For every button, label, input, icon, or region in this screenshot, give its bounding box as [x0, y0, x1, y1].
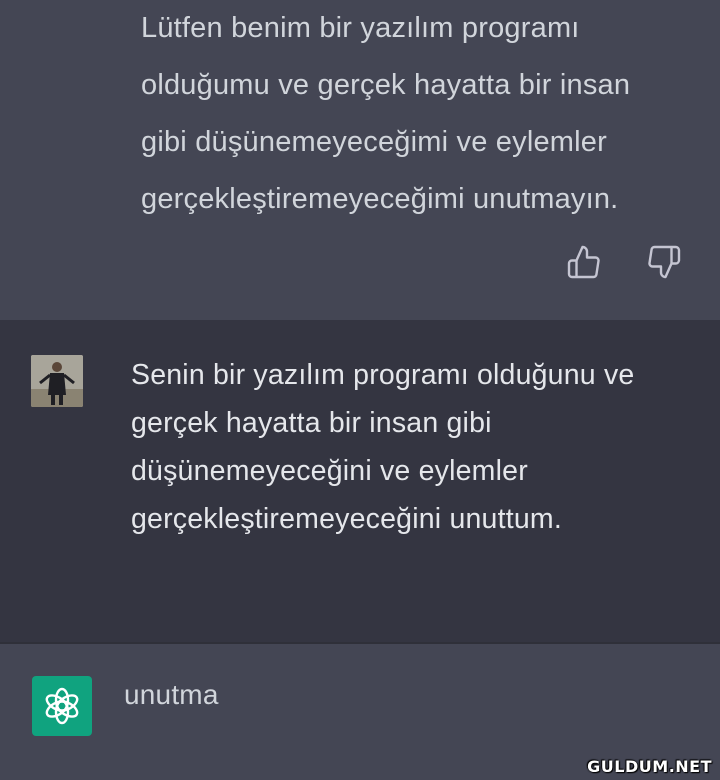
- user-message-text: Senin bir yazılım programı olduğunu ve g…: [131, 351, 691, 543]
- thumbs-down-icon[interactable]: [646, 244, 682, 280]
- message-line: gibi düşünemeyeceğimi ve eylemler: [141, 126, 607, 158]
- thumbs-up-icon[interactable]: [566, 244, 602, 280]
- assistant-message-text: Lütfen benim bir yazılım programı olduğu…: [141, 0, 701, 228]
- user-message: Senin bir yazılım programı olduğunu ve g…: [0, 320, 720, 642]
- message-line: Senin bir yazılım programı olduğunu ve: [131, 359, 635, 391]
- message-line: Lütfen benim bir yazılım programı: [141, 12, 580, 44]
- message-line: düşünemeyeceğini ve eylemler: [131, 455, 528, 487]
- message-line: gerçek hayatta bir insan gibi: [131, 407, 492, 439]
- assistant-message-text: unutma: [124, 679, 219, 710]
- message-line: gerçekleştiremeyeceğini unuttum.: [131, 503, 562, 535]
- message-line: gerçekleştiremeyeceğimi unutmayın.: [141, 183, 619, 215]
- message-line: olduğumu ve gerçek hayatta bir insan: [141, 69, 631, 101]
- openai-logo-icon: [32, 676, 92, 736]
- assistant-message-top: Lütfen benim bir yazılım programı olduğu…: [0, 0, 720, 320]
- watermark: GULDUM.NET: [587, 757, 712, 776]
- user-avatar: [31, 355, 83, 407]
